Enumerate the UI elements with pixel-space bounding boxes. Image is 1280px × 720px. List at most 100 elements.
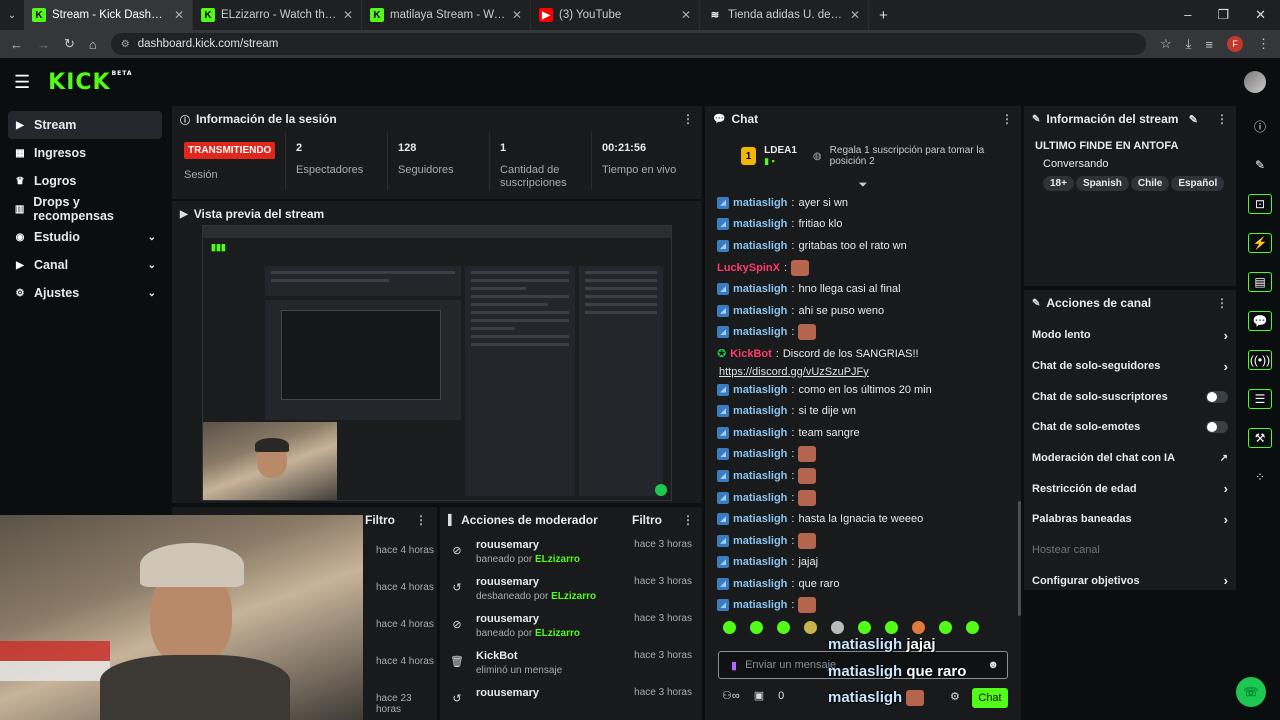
- sidebar-item-canal[interactable]: ▶ Canal ⌄: [8, 251, 162, 279]
- url-field[interactable]: ⚙ dashboard.kick.com/stream: [110, 33, 1146, 55]
- emote-picker-icon[interactable]: [777, 620, 790, 634]
- sidebar-item-ingresos[interactable]: ▦ Ingresos: [8, 139, 162, 167]
- mod-target-user[interactable]: rouusemary: [476, 576, 596, 588]
- tools-rail-icon[interactable]: ⚒: [1248, 428, 1272, 448]
- chat-username[interactable]: matiasligh: [733, 283, 787, 295]
- channel-action-modo-lento[interactable]: Modo lento ›: [1024, 320, 1236, 351]
- chat-message[interactable]: matiasligh:: [705, 322, 1021, 344]
- chat-message[interactable]: LuckySpinX:: [705, 257, 1021, 279]
- sub-prompt-text[interactable]: Regala 1 suscripción para tomar la posic…: [830, 145, 1021, 167]
- chat-username[interactable]: KickBot: [730, 348, 772, 360]
- channel-action-chat-de-solo-seguidores[interactable]: Chat de solo-seguidores ›: [1024, 351, 1236, 382]
- list-rail-icon[interactable]: ☰: [1248, 389, 1272, 409]
- chat-message[interactable]: matiasligh:: [705, 444, 1021, 466]
- chat-username[interactable]: LuckySpinX: [717, 262, 780, 274]
- chat-menu-icon[interactable]: ⋮: [1001, 112, 1013, 126]
- chat-message[interactable]: matiasligh: hasta la Ignacia te weeeo: [705, 508, 1021, 530]
- apps-rail-icon[interactable]: ⁘: [1248, 467, 1272, 487]
- emote-picker-icon[interactable]: [912, 620, 925, 634]
- chat-message[interactable]: matiasligh:: [705, 487, 1021, 509]
- emote-picker-icon[interactable]: [939, 620, 952, 634]
- new-tab-button[interactable]: +: [869, 7, 898, 24]
- channel-points-icon[interactable]: ⚇∞: [722, 689, 740, 702]
- mod-action-row[interactable]: ⊘ rouusemary baneado por ELzizarro hace 3 h…: [440, 533, 702, 570]
- bookmark-star-icon[interactable]: ☆: [1160, 36, 1172, 52]
- edit-icon[interactable]: ✎: [1189, 113, 1198, 126]
- moderator-name[interactable]: ELzizarro: [535, 554, 580, 565]
- chat-username[interactable]: matiasligh: [733, 427, 787, 439]
- close-tab-icon[interactable]: ✕: [174, 8, 184, 22]
- session-menu-icon[interactable]: ⋮: [682, 112, 694, 126]
- chat-username[interactable]: matiasligh: [733, 326, 787, 338]
- chat-username[interactable]: matiasligh: [733, 448, 787, 460]
- top-gifter-name[interactable]: LDEA1: [764, 145, 797, 156]
- mod-action-row[interactable]: ↺ rouusemary desbaneado por ELzizarro hace …: [440, 570, 702, 607]
- crop-rail-icon[interactable]: ⊡: [1248, 194, 1272, 214]
- toggle-switch[interactable]: [1206, 390, 1228, 403]
- browser-tab[interactable]: K ELzizarro - Watch the VOD on K ✕: [193, 0, 362, 30]
- channel-action-palabras-baneadas[interactable]: Palabras baneadas ›: [1024, 504, 1236, 535]
- chat-username[interactable]: matiasligh: [733, 384, 787, 396]
- stream-tag[interactable]: Spanish: [1075, 176, 1129, 191]
- chat-username[interactable]: matiasligh: [733, 405, 787, 417]
- moderator-name[interactable]: ELzizarro: [535, 628, 580, 639]
- mod-action-row[interactable]: 🗑 KickBot eliminó un mensaje hace 3 horas: [440, 644, 702, 681]
- minimize-button[interactable]: –: [1184, 7, 1191, 23]
- chevron-right-icon[interactable]: ›: [1224, 328, 1228, 343]
- mod-target-user[interactable]: rouusemary: [476, 613, 580, 625]
- chat-message[interactable]: matiasligh:: [705, 465, 1021, 487]
- channel-action-restricci-n-de-edad[interactable]: Restricción de edad ›: [1024, 473, 1236, 504]
- chevron-right-icon[interactable]: ›: [1224, 481, 1228, 496]
- chat-username[interactable]: matiasligh: [733, 556, 787, 568]
- channel-action-moderaci-n-del-chat-con-ia[interactable]: Moderación del chat con IA ↗: [1024, 443, 1236, 474]
- chevron-down-icon[interactable]: ⌄: [148, 232, 156, 243]
- send-chat-button[interactable]: Chat: [972, 688, 1008, 708]
- channel-actions-menu-icon[interactable]: ⋮: [1216, 296, 1228, 310]
- chat-message[interactable]: matiasligh: jajaj: [705, 552, 1021, 574]
- chevron-down-icon[interactable]: ⌄: [148, 288, 156, 299]
- sidebar-item-stream[interactable]: ▶ Stream: [8, 111, 162, 139]
- mod-target-user[interactable]: rouusemary: [476, 687, 539, 699]
- close-tab-icon[interactable]: ✕: [512, 8, 522, 22]
- external-link-icon[interactable]: ↗: [1220, 453, 1228, 464]
- chat-username[interactable]: matiasligh: [733, 470, 787, 482]
- mod-target-user[interactable]: rouusemary: [476, 539, 580, 551]
- chat-username[interactable]: matiasligh: [733, 492, 787, 504]
- url-text[interactable]: dashboard.kick.com/stream: [138, 38, 279, 50]
- browser-tab[interactable]: ≋ Tienda adidas U. de Chile: Cam ✕: [700, 0, 869, 30]
- chat-message[interactable]: matiasligh: ayer si wn: [705, 192, 1021, 214]
- broadcast-rail-icon[interactable]: ((•)): [1248, 350, 1272, 370]
- stream-preview-video[interactable]: ▮▮▮: [202, 225, 672, 501]
- emote-picker-icon[interactable]: [966, 620, 979, 634]
- restore-button[interactable]: ❐: [1217, 7, 1229, 23]
- emote-picker-icon[interactable]: [858, 620, 871, 634]
- tab-search-button[interactable]: ⌄: [0, 10, 24, 21]
- channel-action-chat-de-solo-emotes[interactable]: Chat de solo-emotes: [1024, 412, 1236, 443]
- sidebar-item-drops[interactable]: ▥ Drops y recompensas: [8, 195, 162, 223]
- moderator-name[interactable]: ELzizarro: [551, 591, 596, 602]
- stream-tag[interactable]: Chile: [1130, 176, 1170, 191]
- home-icon[interactable]: ⌂: [89, 37, 97, 52]
- chevron-right-icon[interactable]: ›: [1224, 359, 1228, 374]
- support-chat-fab[interactable]: ☏: [1236, 677, 1266, 707]
- profile-avatar[interactable]: F: [1227, 36, 1243, 52]
- close-tab-icon[interactable]: ✕: [343, 8, 353, 22]
- mod-target-user[interactable]: KickBot: [476, 650, 562, 662]
- browser-tab[interactable]: K Stream - Kick Dashboard ✕: [24, 0, 193, 30]
- media-icon[interactable]: ≡: [1205, 37, 1213, 52]
- chat-username[interactable]: matiasligh: [733, 240, 787, 252]
- chat-username[interactable]: matiasligh: [733, 218, 787, 230]
- chat-scrollbar[interactable]: [1018, 501, 1021, 616]
- collapse-pin-icon[interactable]: ⏷: [705, 180, 1021, 191]
- stream-tag[interactable]: 18+: [1043, 176, 1074, 191]
- mod-filter-button[interactable]: Filtro: [632, 513, 662, 527]
- chat-username[interactable]: matiasligh: [733, 197, 787, 209]
- chevron-right-icon[interactable]: ›: [1224, 573, 1228, 588]
- channel-action-configurar-objetivos[interactable]: Configurar objetivos ›: [1024, 566, 1236, 597]
- stream-info-menu-icon[interactable]: ⋮: [1216, 112, 1228, 126]
- filter-button[interactable]: Filtro: [365, 513, 395, 527]
- emote-picker-icon[interactable]: [804, 620, 817, 634]
- browser-tab[interactable]: Kmatilaya Stream - Watch Live o ✕: [362, 0, 531, 30]
- emote-picker-icon[interactable]: [831, 620, 844, 634]
- chat-message[interactable]: matiasligh: como en los últimos 20 min: [705, 379, 1021, 401]
